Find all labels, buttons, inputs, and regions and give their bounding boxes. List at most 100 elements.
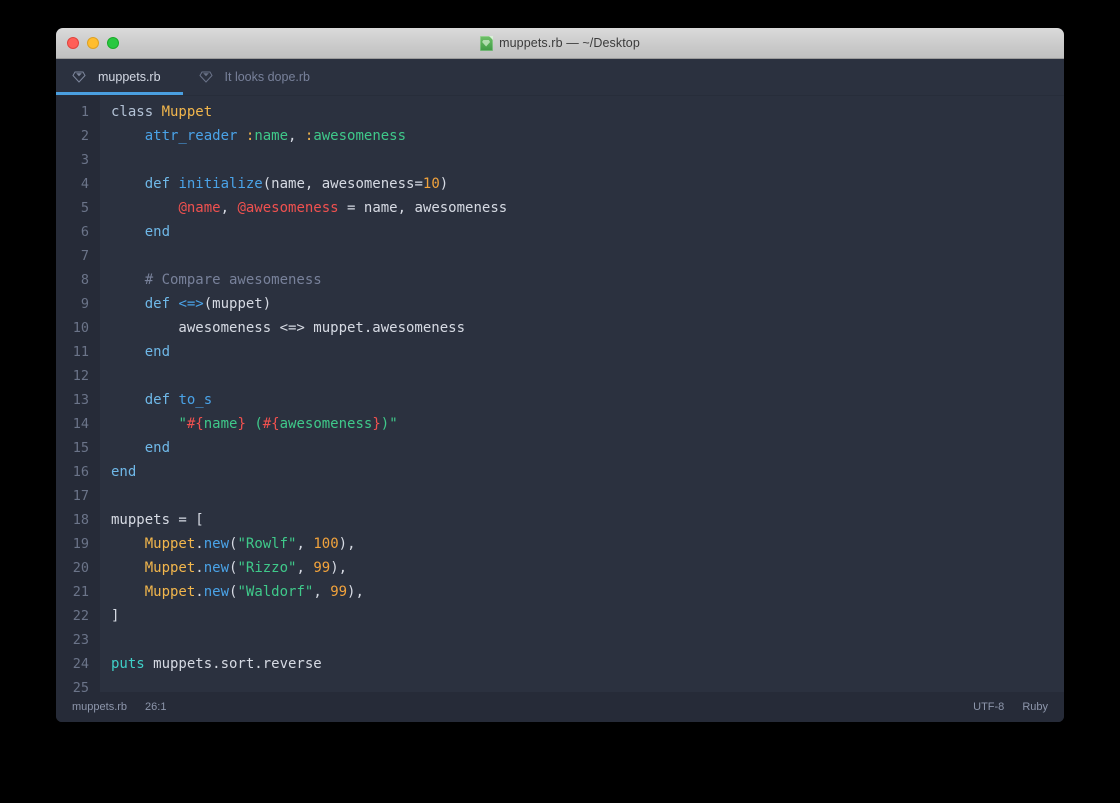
status-left: muppets.rb 26:1 <box>72 701 166 713</box>
line-number: 21 <box>72 584 89 600</box>
line-number: 22 <box>72 608 89 624</box>
ruby-gem-icon <box>198 71 213 83</box>
code-token: "Rowlf" <box>237 536 297 552</box>
minimize-button[interactable] <box>87 37 99 49</box>
code-token: #{ <box>262 416 280 432</box>
code-token: ), <box>338 536 356 552</box>
code-token: , <box>288 128 305 144</box>
code-line[interactable]: puts muppets.sort.reverse <box>111 652 1064 676</box>
code-token: , <box>220 200 238 216</box>
tab-it-looks-dope-rb[interactable]: It looks dope.rb <box>183 59 332 95</box>
code-line[interactable]: "#{name} (#{awesomeness})" <box>111 412 1064 436</box>
line-number: 5 <box>80 200 89 216</box>
code-line[interactable]: end <box>111 460 1064 484</box>
code-token: ), <box>330 560 348 576</box>
tab-muppets-rb[interactable]: muppets.rb <box>56 59 183 95</box>
code-token: , <box>313 584 331 600</box>
code-token: 99 <box>330 584 348 600</box>
status-bar: muppets.rb 26:1 UTF-8 Ruby <box>56 692 1064 722</box>
code-token: ( <box>245 416 263 432</box>
code-token: ] <box>111 608 120 624</box>
code-line[interactable]: @name, @awesomeness = name, awesomeness <box>111 196 1064 220</box>
line-number: 9 <box>80 296 89 312</box>
code-line[interactable]: end <box>111 436 1064 460</box>
code-line[interactable]: # Compare awesomeness <box>111 268 1064 292</box>
code-token: 99 <box>313 560 331 576</box>
close-button[interactable] <box>67 37 79 49</box>
code-line[interactable]: Muppet.new("Waldorf", 99), <box>111 580 1064 604</box>
line-number: 24 <box>72 656 89 672</box>
code-line[interactable] <box>111 676 1064 692</box>
code-line[interactable]: Muppet.new("Rizzo", 99), <box>111 556 1064 580</box>
line-number-gutter: 1 2 3 4 5 6 7 8 9 10 11 12 13 14 15 16 17 18 19 20 21 22 23 24 2… <box>56 96 100 692</box>
code-token: "Waldorf" <box>237 584 314 600</box>
code-token: . <box>195 584 204 600</box>
line-number: 1 <box>80 104 89 120</box>
code-token: #{ <box>186 416 204 432</box>
code-token: @name <box>178 200 221 216</box>
code-line[interactable] <box>111 484 1064 508</box>
line-number: 12 <box>72 368 89 384</box>
line-number: 14 <box>72 416 89 432</box>
code-line[interactable]: Muppet.new("Rowlf", 100), <box>111 532 1064 556</box>
code-token: Muppet <box>144 560 196 576</box>
code-line[interactable]: def to_s <box>111 388 1064 412</box>
status-encoding[interactable]: UTF-8 <box>973 701 1004 713</box>
code-token: new <box>203 584 230 600</box>
line-number: 3 <box>80 152 89 168</box>
status-filename: muppets.rb <box>72 701 128 713</box>
window-title: muppets.rb — ~/Desktop <box>499 36 640 50</box>
code-token: name <box>203 416 238 432</box>
code-editor[interactable]: 1 2 3 4 5 6 7 8 9 10 11 12 13 14 15 16 17 18 19 20 21 22 23 24 2… <box>56 96 1064 692</box>
tab-label: muppets.rb <box>98 70 161 84</box>
line-number: 6 <box>80 224 89 240</box>
code-token: # Compare awesomeness <box>144 272 322 288</box>
code-token: "Rizzo" <box>237 560 297 576</box>
code-line[interactable]: awesomeness <=> muppet.awesomeness <box>111 316 1064 340</box>
code-line[interactable]: def initialize(name, awesomeness=10) <box>111 172 1064 196</box>
code-line[interactable] <box>111 628 1064 652</box>
code-line[interactable] <box>111 244 1064 268</box>
status-right: UTF-8 Ruby <box>973 701 1048 713</box>
code-line[interactable]: end <box>111 220 1064 244</box>
code-line[interactable]: muppets = [ <box>111 508 1064 532</box>
code-line[interactable] <box>111 148 1064 172</box>
code-token: ) <box>439 176 449 192</box>
code-line[interactable]: end <box>111 340 1064 364</box>
window-title-bar[interactable]: muppets.rb — ~/Desktop <box>56 28 1064 59</box>
code-line[interactable]: class Muppet <box>111 100 1064 124</box>
line-number: 13 <box>72 392 89 408</box>
code-token: } <box>372 416 381 432</box>
ruby-gem-icon <box>72 71 86 83</box>
status-syntax-mode[interactable]: Ruby <box>1022 701 1048 713</box>
code-token: class <box>111 104 162 120</box>
line-number: 20 <box>72 560 89 576</box>
code-token: , <box>296 560 314 576</box>
code-area[interactable]: class Muppet attr_reader :name, :awesome… <box>100 96 1064 692</box>
code-token: <=> <box>178 296 204 312</box>
line-number: 23 <box>72 632 89 648</box>
maximize-button[interactable] <box>107 37 119 49</box>
status-cursor-position[interactable]: 26:1 <box>145 701 166 713</box>
code-line[interactable]: ] <box>111 604 1064 628</box>
line-number: 19 <box>72 536 89 552</box>
tab-label: It looks dope.rb <box>224 70 310 84</box>
code-line[interactable] <box>111 364 1064 388</box>
code-line[interactable]: def <=>(muppet) <box>111 292 1064 316</box>
code-token: = name, awesomeness <box>338 200 508 216</box>
code-token: 100 <box>313 536 339 552</box>
code-token: , <box>296 536 314 552</box>
code-line[interactable]: attr_reader :name, :awesomeness <box>111 124 1064 148</box>
code-token: Muppet <box>161 104 213 120</box>
line-number: 8 <box>80 272 89 288</box>
tab-bar: muppets.rb It looks dope.rb <box>56 59 1064 96</box>
